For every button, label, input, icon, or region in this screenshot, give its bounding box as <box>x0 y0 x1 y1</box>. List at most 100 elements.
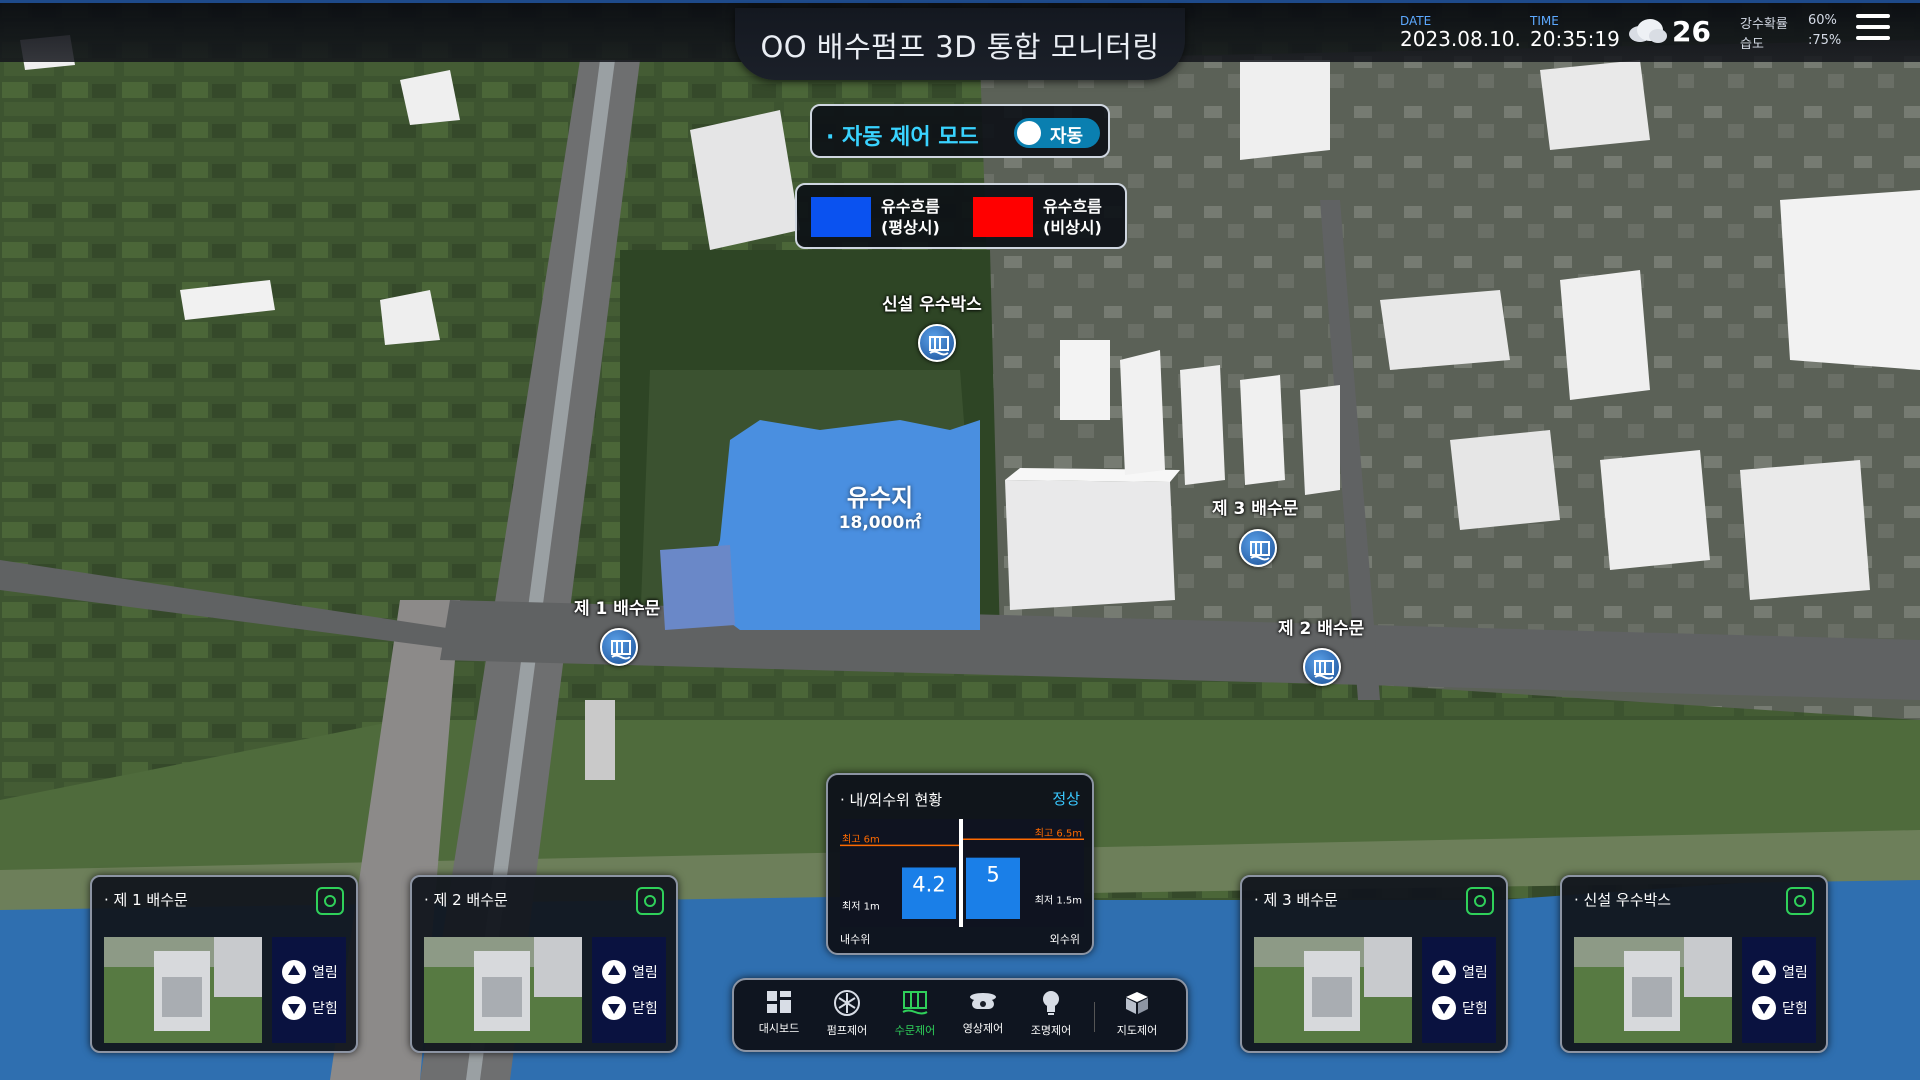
toggle-text: 자동 <box>1050 126 1084 147</box>
water-level-panel: · 내/외수위 현황 정상 최고 6m 최고 6.5m 최저 1m 최저 1.5… <box>826 773 1094 955</box>
auto-mode-label: · 자동 제어 모드 <box>826 125 979 150</box>
outer-min-label: 최저 1.5m <box>1035 895 1082 907</box>
gate-camera-view <box>424 937 582 1043</box>
legend-swatch-normal <box>811 197 871 237</box>
close-label: 닫힘 <box>1462 1001 1488 1017</box>
open-button[interactable]: 열림 <box>1752 959 1816 985</box>
arrow-down-icon <box>282 996 306 1020</box>
gate-marker-3[interactable] <box>1239 529 1277 567</box>
gate-marker-1[interactable] <box>600 628 638 666</box>
gate-control: 열림 닫힘 <box>592 937 666 1043</box>
arrow-up-icon <box>282 960 306 984</box>
open-label: 열림 <box>1462 965 1488 981</box>
sluice-gate-icon <box>1314 660 1334 680</box>
legend-item-normal: 유수흐름 (평상시) <box>881 196 940 238</box>
pump-fan-icon <box>834 990 860 1016</box>
nav-label: 펌프제어 <box>826 1024 868 1037</box>
gate-panel-1: · 제 1 배수문 열림 닫힘 <box>90 875 358 1053</box>
legend-normal-line2: (평상시) <box>881 218 940 237</box>
close-button[interactable]: 닫힘 <box>602 995 666 1021</box>
close-button[interactable]: 닫힘 <box>282 995 346 1021</box>
cloud-icon <box>1629 19 1667 43</box>
arrow-up-icon <box>602 960 626 984</box>
light-bulb-icon <box>1043 991 1059 1015</box>
inner-min-label: 최저 1m <box>842 901 880 913</box>
camera-icon[interactable] <box>636 887 664 915</box>
nav-gate-control[interactable]: 수문제어 <box>882 990 948 1046</box>
legend-emergency-line2: (비상시) <box>1043 218 1102 237</box>
nav-pump-control[interactable]: 펌프제어 <box>814 990 880 1046</box>
outer-level-axis-label: 외수위 <box>1049 933 1080 946</box>
gate-panel-title: · 신설 우수박스 <box>1574 891 1672 909</box>
date-label: DATE <box>1400 14 1432 28</box>
nav-light-control[interactable]: 조명제어 <box>1018 990 1084 1046</box>
water-level-status: 정상 <box>1052 790 1080 808</box>
arrow-up-icon <box>1752 960 1776 984</box>
nav-label: 지도제어 <box>1116 1024 1158 1037</box>
rain-prob-value: 60% <box>1808 13 1837 28</box>
close-button[interactable]: 닫힘 <box>1432 995 1496 1021</box>
gate-panel-3: · 제 3 배수문 열림 닫힘 <box>1240 875 1508 1053</box>
open-button[interactable]: 열림 <box>282 959 346 985</box>
time-value: 20:35:19 <box>1530 27 1620 51</box>
humidity-value: :75% <box>1808 33 1842 48</box>
camera-icon[interactable] <box>316 887 344 915</box>
gate-marker-2[interactable] <box>1303 648 1341 686</box>
marker-label-gate-2: 제 2 배수문 <box>1278 619 1365 639</box>
arrow-down-icon <box>1432 996 1456 1020</box>
pond-area: 18,000㎡ <box>838 513 922 533</box>
nav-map-control[interactable]: 지도제어 <box>1104 990 1170 1046</box>
open-button[interactable]: 열림 <box>1432 959 1496 985</box>
close-label: 닫힘 <box>632 1001 658 1017</box>
nav-video-control[interactable]: 영상제어 <box>950 990 1016 1046</box>
inner-level-axis-label: 내수위 <box>840 933 871 946</box>
nav-label: 영상제어 <box>962 1022 1004 1035</box>
legend-swatch-emergency <box>973 197 1033 237</box>
nav-label: 대시보드 <box>758 1022 800 1035</box>
auto-mode-toggle[interactable]: 자동 <box>1014 118 1100 148</box>
gate-control: 열림 닫힘 <box>272 937 346 1043</box>
camera-icon[interactable] <box>1786 887 1814 915</box>
page-title: OO 배수펌프 3D 통합 모니터링 <box>760 30 1160 64</box>
arrow-up-icon <box>1432 960 1456 984</box>
time-label: TIME <box>1530 14 1559 28</box>
gate-marker-new-box[interactable] <box>918 324 956 362</box>
open-label: 열림 <box>312 965 338 981</box>
gate-panel-new-box: · 신설 우수박스 열림 닫힘 <box>1560 875 1828 1053</box>
temperature: 26 <box>1672 15 1711 48</box>
legend-emergency-line1: 유수흐름 <box>1043 197 1102 216</box>
map-cube-icon <box>1126 992 1148 1014</box>
water-level-chart: 최고 6m 최고 6.5m 최저 1m 최저 1.5m 4.2 5 <box>840 819 1084 927</box>
close-label: 닫힘 <box>312 1001 338 1017</box>
hamburger-menu-icon[interactable] <box>1856 14 1890 44</box>
open-button[interactable]: 열림 <box>602 959 666 985</box>
marker-label-new-box: 신설 우수박스 <box>882 295 982 315</box>
toggle-knob <box>1017 121 1041 145</box>
inner-max-label: 최고 6m <box>842 833 880 845</box>
nav-label: 조명제어 <box>1030 1024 1072 1037</box>
bottom-nav: 대시보드 펌프제어 수문제어 영상제어 조명제어 지도제어 <box>732 978 1188 1052</box>
rain-prob-label: 강수확률 <box>1740 17 1788 32</box>
gate-panel-title: · 제 3 배수문 <box>1254 891 1338 909</box>
camera-icon[interactable] <box>1466 887 1494 915</box>
inner-level-value: 4.2 <box>912 872 945 896</box>
arrow-down-icon <box>602 996 626 1020</box>
cctv-camera-icon <box>970 993 996 1009</box>
sluice-gate-icon <box>1250 541 1270 561</box>
close-button[interactable]: 닫힘 <box>1752 995 1816 1021</box>
close-label: 닫힘 <box>1782 1001 1808 1017</box>
gate-camera-view <box>1254 937 1412 1043</box>
nav-dashboard[interactable]: 대시보드 <box>746 990 812 1046</box>
legend-item-emergency: 유수흐름 (비상시) <box>1043 196 1102 238</box>
sluice-gate-icon <box>611 640 631 660</box>
dashboard-icon <box>767 991 791 1013</box>
sluice-gate-icon <box>929 336 949 356</box>
date-value: 2023.08.10. <box>1400 27 1521 51</box>
gate-control: 열림 닫힘 <box>1422 937 1496 1043</box>
open-label: 열림 <box>1782 965 1808 981</box>
marker-label-gate-1: 제 1 배수문 <box>574 599 661 619</box>
legend-normal-line1: 유수흐름 <box>881 197 940 216</box>
flow-legend: 유수흐름 (평상시) 유수흐름 (비상시) <box>795 183 1127 249</box>
gate-camera-view <box>104 937 262 1043</box>
outer-max-label: 최고 6.5m <box>1035 827 1082 839</box>
